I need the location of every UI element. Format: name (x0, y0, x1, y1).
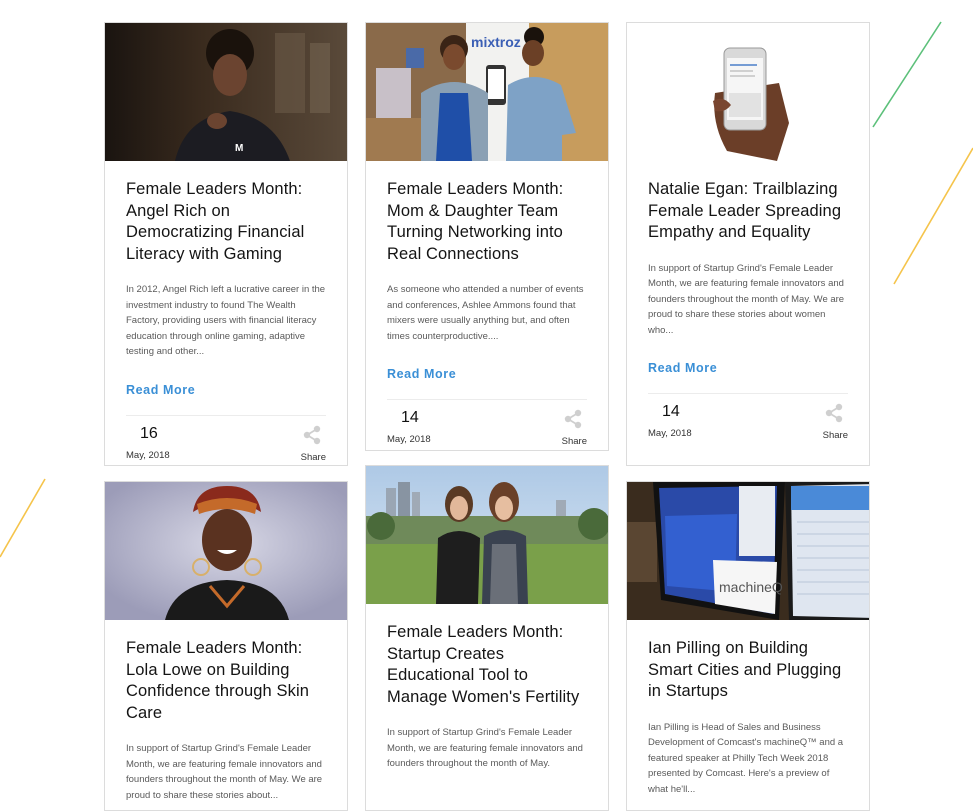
article-title[interactable]: Female Leaders Month: Startup Creates Ed… (387, 622, 587, 708)
read-more-link[interactable]: Read More (387, 367, 456, 381)
read-more-link[interactable]: Read More (648, 361, 717, 375)
article-image[interactable]: mixtroz (366, 23, 608, 161)
svg-text:M: M (235, 143, 243, 154)
article-excerpt: In support of Startup Grind's Female Lea… (126, 743, 323, 801)
monitor-brand-text: machineQ (719, 579, 783, 595)
banner-text: mixtroz (471, 34, 521, 50)
deco-line-yellow-left (0, 478, 46, 558)
date-month: May, 2018 (126, 449, 170, 461)
article-excerpt: As someone who attended a number of even… (387, 284, 584, 342)
date-day: 14 (662, 403, 680, 421)
deco-line-green (872, 21, 942, 128)
article-title[interactable]: Ian Pilling on Building Smart Cities and… (648, 638, 848, 703)
article-card[interactable]: M Female Leaders Month: Angel Rich on De… (104, 22, 348, 466)
date-month: May, 2018 (648, 428, 692, 440)
article-footer: 14 May, 2018 Share (648, 393, 848, 446)
share-button[interactable]: Share (823, 430, 848, 441)
article-image[interactable] (366, 466, 608, 604)
article-title[interactable]: Female Leaders Month: Angel Rich on Demo… (126, 179, 326, 265)
share-button[interactable]: Share (301, 452, 326, 463)
article-card[interactable]: Female Leaders Month: Lola Lowe on Build… (104, 481, 348, 811)
article-image[interactable]: M (105, 23, 347, 161)
article-card[interactable]: Natalie Egan: Trailblazing Female Leader… (626, 22, 870, 466)
share-icon[interactable] (302, 425, 322, 450)
article-image[interactable] (627, 23, 869, 161)
share-icon[interactable] (563, 409, 583, 434)
article-card[interactable]: machineQ Ian Pilling on Building Smart C… (626, 481, 870, 811)
article-card[interactable]: mixtroz Female Leaders Month: Mom & Daug… (365, 22, 609, 451)
article-excerpt: In support of Startup Grind's Female Lea… (648, 262, 845, 336)
article-image[interactable]: machineQ (627, 482, 869, 620)
share-icon[interactable] (824, 403, 844, 428)
read-more-link[interactable]: Read More (126, 383, 195, 397)
date-month: May, 2018 (387, 434, 431, 446)
deco-line-yellow-right (893, 147, 973, 285)
article-footer: 16 May, 2018 Share (126, 414, 326, 465)
share-button[interactable]: Share (562, 436, 587, 447)
article-title[interactable]: Natalie Egan: Trailblazing Female Leader… (648, 179, 848, 244)
article-title[interactable]: Female Leaders Month: Lola Lowe on Build… (126, 638, 326, 724)
date-day: 14 (401, 409, 419, 427)
article-excerpt: In 2012, Angel Rich left a lucrative car… (126, 284, 326, 358)
article-card[interactable]: Female Leaders Month: Startup Creates Ed… (365, 465, 609, 811)
article-footer: 14 May, 2018 Share (387, 399, 587, 450)
article-image[interactable] (105, 482, 347, 620)
article-excerpt: Ian Pilling is Head of Sales and Busines… (648, 721, 844, 795)
article-excerpt: In support of Startup Grind's Female Lea… (387, 727, 583, 770)
date-day: 16 (140, 424, 158, 442)
article-title[interactable]: Female Leaders Month: Mom & Daughter Tea… (387, 179, 587, 265)
